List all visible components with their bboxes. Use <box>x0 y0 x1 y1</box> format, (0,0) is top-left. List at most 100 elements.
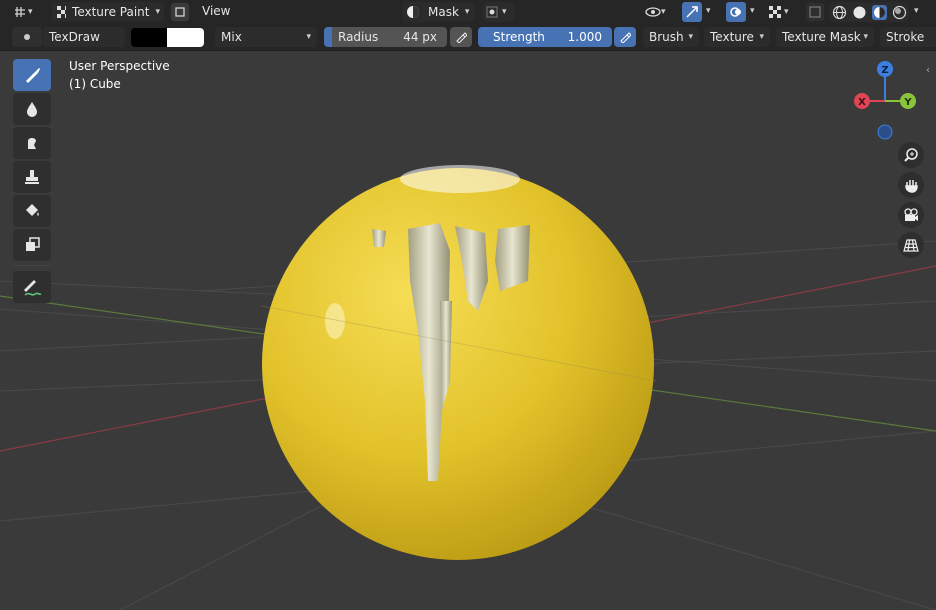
camera-view-button[interactable] <box>898 202 924 228</box>
brush-menu-label: Brush <box>649 30 684 44</box>
mode-selector[interactable]: Texture Paint ▾ <box>52 2 164 22</box>
x-axis-label: X <box>858 97 866 108</box>
shading-modes <box>829 2 909 22</box>
gizmo-toggle[interactable] <box>682 2 702 22</box>
mode-label: Texture Paint <box>72 5 150 19</box>
tool-fill[interactable] <box>13 195 51 227</box>
editor-type-selector[interactable]: ▾ <box>14 3 44 21</box>
clone-stamp-icon <box>25 170 39 184</box>
pan-button[interactable] <box>898 172 924 198</box>
strength-slider[interactable]: Strength 1.000 <box>478 27 612 47</box>
fill-bucket-icon <box>26 204 39 216</box>
chevron-down-icon: ▾ <box>502 7 507 17</box>
chevron-down-icon[interactable]: ▾ <box>750 6 755 16</box>
tool-clone[interactable] <box>13 161 51 193</box>
tool-annotate[interactable] <box>13 271 51 303</box>
material-shading-icon[interactable] <box>871 4 887 20</box>
layer-toggle[interactable] <box>171 3 189 21</box>
mask-sphere-icon <box>407 6 419 18</box>
mesh-overlay-toggle[interactable]: ▾ <box>768 3 798 21</box>
tool-draw[interactable] <box>13 59 51 91</box>
object-label: (1) Cube <box>69 77 121 91</box>
blend-mode-select[interactable]: Mix ▾ <box>215 27 317 47</box>
chevron-down-icon: ▾ <box>759 32 764 42</box>
secondary-color-swatch[interactable] <box>167 28 204 47</box>
mask-menu[interactable]: Mask ▾ <box>402 2 474 22</box>
navigation-gizmo[interactable]: Z X Y <box>848 57 923 143</box>
z-axis-label: Z <box>881 65 888 76</box>
rendered-shading-icon[interactable] <box>892 5 907 20</box>
strength-label: Strength <box>493 30 545 44</box>
chevron-down-icon: ▾ <box>863 32 868 42</box>
overlay-circles-icon <box>730 7 741 17</box>
radius-slider-fill <box>324 27 332 47</box>
strength-pressure-toggle[interactable] <box>614 27 636 47</box>
brush-preview[interactable] <box>12 27 42 47</box>
y-axis-label: Y <box>903 97 912 108</box>
tool-smear[interactable] <box>13 127 51 159</box>
tool-soften[interactable] <box>13 93 51 125</box>
vertex-select-toggle[interactable]: ▾ <box>483 2 515 22</box>
zoom-button[interactable] <box>898 142 924 168</box>
visibility-toggle[interactable]: ▾ <box>645 3 677 21</box>
viewport-scene <box>0 165 936 610</box>
brush-name-field[interactable]: TexDraw <box>43 27 125 47</box>
3d-viewport[interactable]: User Perspective (1) Cube Z X Y ‹ <box>0 51 936 610</box>
chevron-down-icon: ▾ <box>688 32 693 42</box>
annotate-icon <box>24 280 42 296</box>
brush-menu[interactable]: Brush ▾ <box>643 27 699 47</box>
wireframe-shading-icon[interactable] <box>832 5 847 20</box>
editor-type-icon <box>15 7 25 17</box>
texture-menu-label: Texture <box>710 30 754 44</box>
radius-label: Radius <box>338 30 379 44</box>
pen-pressure-icon <box>456 32 467 43</box>
xray-toggle[interactable] <box>806 3 824 21</box>
brush-name: TexDraw <box>49 30 100 44</box>
pen-pressure-icon <box>620 32 631 43</box>
sphere-highlight <box>400 165 520 193</box>
pan-hand-icon <box>905 180 918 193</box>
texture-menu[interactable]: Texture ▾ <box>704 27 770 47</box>
ortho-toggle-button[interactable] <box>898 232 924 258</box>
radius-pressure-toggle[interactable] <box>450 27 472 47</box>
chevron-down-icon: ▾ <box>28 7 33 17</box>
stroke-menu-label: Stroke <box>886 30 925 44</box>
chevron-down-icon: ▾ <box>661 7 666 17</box>
blend-mode-value: Mix <box>221 30 242 44</box>
stroke-menu[interactable]: Stroke <box>880 27 936 47</box>
tool-settings-bar: TexDraw Mix ▾ Radius 44 px Strength 1.00… <box>0 24 936 51</box>
smear-icon <box>28 138 36 149</box>
tool-mask[interactable] <box>13 229 51 261</box>
mask-label: Mask <box>428 5 459 19</box>
solid-shading-icon[interactable] <box>852 5 867 20</box>
strength-value: 1.000 <box>567 30 602 44</box>
radius-slider[interactable]: Radius 44 px <box>324 27 447 47</box>
overlay-toggle[interactable] <box>726 2 746 22</box>
sidebar-toggle-icon[interactable]: ‹ <box>926 65 930 76</box>
chevron-down-icon[interactable]: ▾ <box>914 6 919 16</box>
chevron-down-icon: ▾ <box>155 7 160 17</box>
chevron-down-icon: ▾ <box>464 7 470 17</box>
texture-mask-menu[interactable]: Texture Mask ▾ <box>776 27 874 47</box>
grid-ortho-icon <box>903 239 919 252</box>
vertex-icon <box>486 6 498 18</box>
chevron-down-icon: ▾ <box>784 7 789 17</box>
checker-icon <box>769 6 781 18</box>
camera-icon <box>904 208 918 221</box>
zoom-icon <box>904 148 918 162</box>
chevron-down-icon[interactable]: ▾ <box>706 6 711 16</box>
draw-brush-icon <box>26 68 40 83</box>
view-menu[interactable]: View <box>202 4 230 18</box>
perspective-label: User Perspective <box>69 59 170 73</box>
mask-icon <box>26 237 40 251</box>
eye-icon <box>645 7 661 17</box>
neg-z-axis-handle <box>877 124 893 140</box>
cube-icon <box>175 7 185 17</box>
gizmo-arrow-icon <box>686 6 698 18</box>
radius-value: 44 px <box>403 30 437 44</box>
checker-icon <box>57 6 67 18</box>
xray-icon <box>809 6 821 18</box>
texture-mask-menu-label: Texture Mask <box>782 30 861 44</box>
primary-color-swatch[interactable] <box>131 28 167 47</box>
chevron-down-icon: ▾ <box>306 32 311 42</box>
